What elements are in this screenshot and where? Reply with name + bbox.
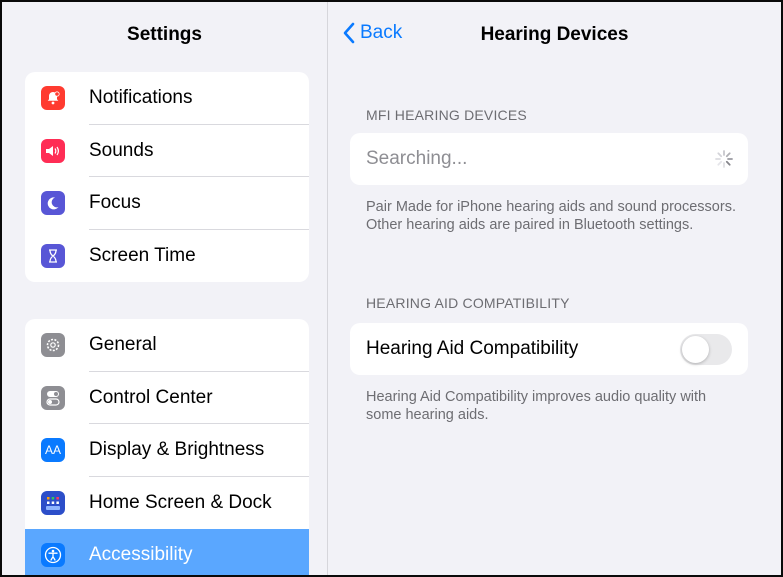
sidebar-item-notifications[interactable]: Notifications <box>25 72 309 125</box>
moon-icon <box>41 191 65 215</box>
sidebar-item-label: Control Center <box>89 386 213 408</box>
mfi-footer: Pair Made for iPhone hearing aids and so… <box>366 199 736 233</box>
sidebar-item-label: Screen Time <box>89 244 196 266</box>
sidebar-item-label: Sounds <box>89 139 154 161</box>
toggle-knob <box>682 336 709 363</box>
hac-toggle[interactable] <box>680 334 732 365</box>
hac-label: Hearing Aid Compatibility <box>366 338 579 359</box>
sidebar-title: Settings <box>127 24 202 45</box>
hourglass-icon <box>41 243 65 268</box>
sidebar-item-home-screen-dock[interactable]: Home Screen & Dock <box>25 477 309 530</box>
speaker-icon <box>41 138 65 163</box>
sidebar: Settings Notifications Sounds Focus Scre… <box>2 2 328 575</box>
sidebar-item-sounds[interactable]: Sounds <box>25 125 309 177</box>
sidebar-item-label: Focus <box>89 192 141 213</box>
grid-icon <box>41 490 65 515</box>
sidebar-item-accessibility[interactable]: Accessibility <box>25 529 309 575</box>
activity-spinner-icon <box>715 150 733 168</box>
hac-footer: Hearing Aid Compatibility improves audio… <box>366 389 707 423</box>
page-title: Hearing Devices <box>480 24 629 45</box>
hac-section-header: HEARING AID COMPATIBILITY <box>366 295 570 311</box>
sidebar-item-screen-time[interactable]: Screen Time <box>25 230 309 283</box>
detail-pane: Back Hearing Devices MFI HEARING DEVICES… <box>328 2 781 575</box>
bell-icon <box>41 86 65 110</box>
gear-icon <box>41 333 65 357</box>
settings-window: Settings Notifications Sounds Focus Scre… <box>0 0 783 577</box>
searching-label: Searching... <box>366 148 468 169</box>
sidebar-item-label: Display & Brightness <box>89 439 265 460</box>
accessibility-icon <box>41 543 65 567</box>
sidebar-item-control-center[interactable]: Control Center <box>25 372 309 424</box>
mfi-section-header: MFI HEARING DEVICES <box>366 107 527 123</box>
text-size-icon: AA <box>41 438 65 462</box>
sidebar-item-label: General <box>89 334 157 355</box>
sidebar-item-label: Notifications <box>89 87 193 108</box>
searching-row: Searching... <box>350 133 748 185</box>
sidebar-item-general[interactable]: General <box>25 319 309 372</box>
sidebar-item-display-brightness[interactable]: AA Display & Brightness <box>25 424 309 477</box>
sidebar-item-focus[interactable]: Focus <box>25 177 309 230</box>
sidebar-group-2: General Control Center AA Display & Brig… <box>25 319 309 575</box>
sidebar-item-label: Accessibility <box>89 544 193 565</box>
hac-row: Hearing Aid Compatibility <box>350 323 748 375</box>
sidebar-item-label: Home Screen & Dock <box>89 491 272 513</box>
sidebar-group-1: Notifications Sounds Focus Screen Time <box>25 72 309 282</box>
switches-icon <box>41 385 65 410</box>
